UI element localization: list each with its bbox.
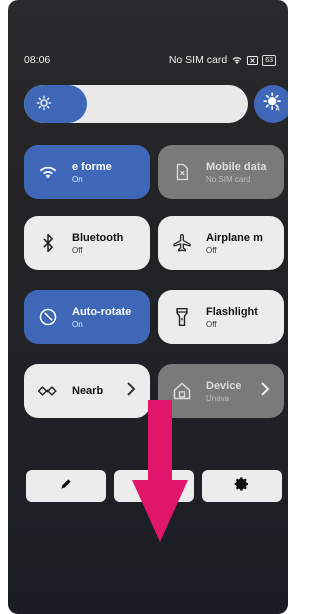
svg-text:A: A [276, 106, 281, 112]
brightness-row: A [24, 85, 288, 123]
brightness-level [24, 85, 87, 123]
nearby-share-icon [36, 379, 60, 403]
wifi-icon [36, 160, 60, 184]
bluetooth-icon [36, 231, 60, 255]
tile-wifi[interactable]: e forme On [24, 145, 150, 199]
flashlight-icon [170, 305, 194, 329]
sun-icon [36, 95, 52, 116]
quick-settings-panel: 08:06 No SIM card 63 A e forme On Mobile… [8, 0, 288, 614]
tile-state: Off [206, 245, 217, 255]
sim-icon [170, 160, 194, 184]
auto-brightness-icon: A [263, 91, 283, 117]
tile-label: Mobile data [206, 160, 267, 173]
brightness-slider[interactable] [24, 85, 248, 123]
tile-label: Auto-rotate [72, 305, 132, 318]
edit-pencil-icon [59, 477, 73, 496]
swipe-down-arrow [132, 400, 188, 547]
edit-tiles-button[interactable] [26, 470, 106, 502]
tile-state: On [72, 319, 83, 329]
tile-state: On [72, 174, 83, 184]
tile-label: Flashlight [206, 305, 258, 318]
tile-label: Bluetooth [72, 231, 124, 244]
settings-button[interactable] [202, 470, 282, 502]
status-icons: No SIM card 63 [169, 54, 276, 66]
wifi-status-icon [231, 55, 243, 65]
chevron-right-icon [260, 382, 270, 401]
tile-state: No SIM card [206, 174, 251, 184]
tile-state: Unava [206, 393, 230, 403]
tile-bluetooth[interactable]: Bluetooth Off [24, 216, 150, 270]
auto-brightness-button[interactable]: A [254, 85, 288, 123]
chevron-right-icon [126, 382, 136, 401]
tile-state: Off [72, 245, 83, 255]
no-sim-icon [247, 55, 259, 65]
battery-indicator: 63 [262, 54, 276, 66]
tile-label: Nearb [72, 385, 104, 397]
tile-label: e forme [72, 160, 112, 173]
airplane-icon [170, 231, 194, 255]
status-bar: 08:06 No SIM card 63 [8, 52, 288, 68]
tile-label: Airplane m [206, 231, 263, 244]
tile-flashlight[interactable]: Flashlight Off [158, 290, 284, 344]
settings-gear-icon [234, 476, 250, 497]
clock: 08:06 [24, 54, 51, 66]
tile-airplane-mode[interactable]: Airplane m Off [158, 216, 284, 270]
tile-mobile-data[interactable]: Mobile data No SIM card [158, 145, 284, 199]
rotate-icon [36, 305, 60, 329]
carrier-label: No SIM card [168, 54, 228, 66]
tile-auto-rotate[interactable]: Auto-rotate On [24, 290, 150, 344]
tile-label: Device [206, 379, 242, 392]
tile-state: Off [206, 319, 217, 329]
